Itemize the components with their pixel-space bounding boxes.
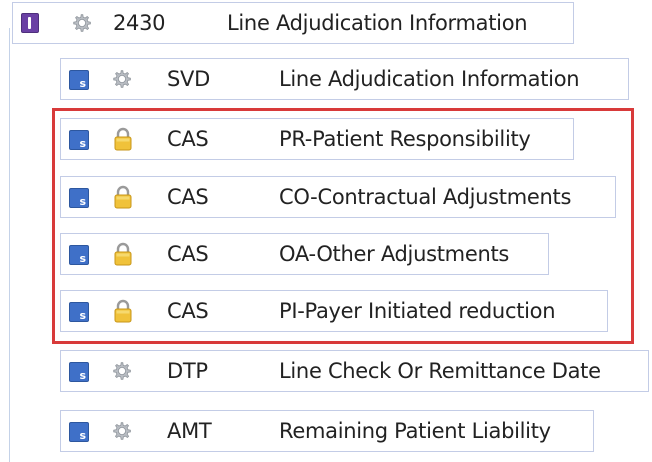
segment-code: DTP — [167, 359, 208, 383]
gear-icon — [111, 68, 133, 90]
gear-icon — [111, 420, 133, 442]
segment-description: Remaining Patient Liability — [279, 419, 551, 443]
loop-icon — [21, 13, 39, 33]
loop-description: Line Adjudication Information — [227, 11, 528, 35]
cas-segments-highlight-box — [52, 108, 634, 344]
segment-code: SVD — [167, 67, 210, 91]
segment-s-icon: s — [69, 362, 89, 382]
loop-number: 2430 — [113, 11, 166, 35]
segment-s-icon: s — [69, 422, 89, 442]
segment-row-amt[interactable]: s AMT Remaining Patient Liability — [60, 410, 594, 452]
segment-code: AMT — [167, 419, 212, 443]
segment-s-icon: s — [69, 70, 89, 90]
segment-description: Line Adjudication Information — [279, 67, 580, 91]
gear-icon — [111, 360, 133, 382]
segment-row-svd[interactable]: s SVD Line Adjudication Information — [60, 58, 629, 100]
segment-row-dtp[interactable]: s DTP Line Check Or Remittance Date — [60, 350, 649, 392]
segment-description: Line Check Or Remittance Date — [279, 359, 601, 383]
loop-row-2430[interactable]: 2430 Line Adjudication Information — [12, 2, 574, 44]
gear-icon — [71, 12, 93, 34]
tree-guide-line — [9, 28, 10, 462]
